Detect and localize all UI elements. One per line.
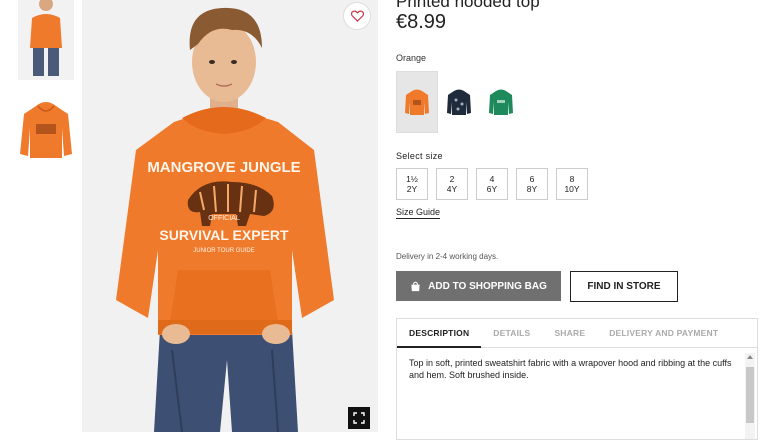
size-bottom: 4Y <box>446 184 458 194</box>
shopping-bag-icon <box>411 281 420 291</box>
color-swatch-navy[interactable] <box>438 71 480 133</box>
main-product-image[interactable]: MANGROVE JUNGLE OFFICIAL SURVIVAL EXPERT… <box>82 0 378 432</box>
color-swatch-orange[interactable] <box>396 71 438 133</box>
size-option-4y[interactable]: 2 4Y <box>436 168 468 200</box>
product-price: €8.99 <box>396 11 447 33</box>
thumbnail-model[interactable] <box>18 0 74 80</box>
size-option-8y[interactable]: 6 8Y <box>516 168 548 200</box>
delivery-info: Delivery in 2-4 working days. <box>396 252 499 261</box>
size-bottom: 10Y <box>564 184 580 194</box>
size-guide-link[interactable]: Size Guide <box>396 207 441 219</box>
color-swatches <box>396 71 522 133</box>
size-bottom: 6Y <box>486 184 498 194</box>
tab-details[interactable]: DETAILS <box>481 319 542 347</box>
scrollbar-thumb[interactable] <box>746 367 754 423</box>
description-scrollbar[interactable] <box>745 353 755 439</box>
color-swatch-green[interactable] <box>480 71 522 133</box>
size-top: 8 <box>569 174 575 184</box>
size-top: 2 <box>449 174 455 184</box>
scroll-up-icon[interactable] <box>747 355 753 359</box>
print-line-3: SURVIVAL EXPERT <box>159 227 289 243</box>
size-bottom: 8Y <box>526 184 538 194</box>
find-in-store-button[interactable]: FIND IN STORE <box>570 271 678 302</box>
selected-color-label: Orange <box>396 53 427 63</box>
size-option-10y[interactable]: 8 10Y <box>556 168 588 200</box>
add-to-bag-label: ADD TO SHOPPING BAG <box>428 280 547 292</box>
tab-delivery-payment[interactable]: DELIVERY AND PAYMENT <box>597 319 730 347</box>
print-line-4: JUNIOR TOUR GUIDE <box>193 248 254 254</box>
print-line-2: OFFICIAL <box>208 215 240 222</box>
size-label: Select size <box>396 151 443 161</box>
expand-icon <box>353 412 365 424</box>
add-to-bag-button[interactable]: ADD TO SHOPPING BAG <box>396 271 561 301</box>
product-info-panel: DESCRIPTION DETAILS SHARE DELIVERY AND P… <box>396 318 758 440</box>
heart-icon <box>350 10 364 22</box>
tab-description[interactable]: DESCRIPTION <box>397 319 482 348</box>
size-top: 1½ <box>406 174 418 184</box>
size-option-6y[interactable]: 4 6Y <box>476 168 508 200</box>
size-option-2y[interactable]: 1½ 2Y <box>396 168 428 200</box>
size-top: 6 <box>529 174 535 184</box>
size-top: 4 <box>489 174 495 184</box>
size-options: 1½ 2Y 2 4Y 4 6Y 6 8Y 8 10Y <box>396 168 588 200</box>
size-bottom: 2Y <box>406 184 418 194</box>
info-tabs: DESCRIPTION DETAILS SHARE DELIVERY AND P… <box>397 319 757 348</box>
description-text: Top in soft, printed sweatshirt fabric w… <box>409 358 732 380</box>
print-line-1: MANGROVE JUNGLE <box>147 159 300 176</box>
tab-share[interactable]: SHARE <box>542 319 597 347</box>
zoom-button[interactable] <box>348 407 370 429</box>
thumbnail-product[interactable] <box>18 98 74 160</box>
favourite-button[interactable] <box>343 2 371 30</box>
